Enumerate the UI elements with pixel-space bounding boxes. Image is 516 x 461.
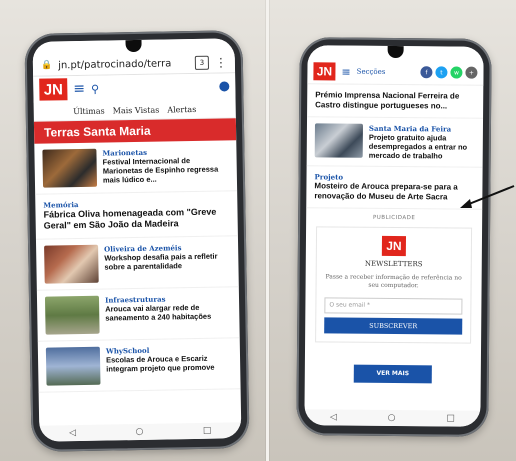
home-icon[interactable]: ○ (388, 413, 396, 423)
right-phone-screen: JN ≡ Secções f t w + Prémio Imprensa Nac… (304, 45, 484, 427)
whatsapp-icon[interactable]: w (450, 66, 463, 79)
lock-icon: 🔒 (40, 60, 53, 71)
left-phone: 🔒 jn.pt/patrocinado/terra 3 ⋮ JN ≡ ⚲ Últ… (24, 30, 250, 452)
subscribe-button[interactable]: SUBSCREVER (324, 316, 463, 335)
recents-icon[interactable]: □ (446, 413, 455, 423)
add-icon[interactable]: + (465, 66, 478, 79)
facebook-icon[interactable]: f (420, 66, 433, 79)
site-header: JN ≡ ⚲ (33, 73, 236, 103)
sections-label[interactable]: Secções (357, 68, 386, 76)
home-icon[interactable]: ○ (136, 427, 144, 437)
android-nav-bar: ◁ ○ □ (304, 409, 481, 427)
list-item[interactable]: Marionetas Festival Internacional de Mar… (34, 140, 238, 195)
arrow-pointer-icon (460, 185, 515, 208)
url-text[interactable]: jn.pt/patrocinado/terra (58, 58, 189, 71)
item-headline[interactable]: Prémio Imprensa Nacional Ferreira de Cas… (315, 90, 475, 111)
news-thumbnail (45, 346, 101, 386)
jn-logo[interactable]: JN (313, 62, 336, 81)
item-headline[interactable]: Mosteiro de Arouca prepara-se para a ren… (314, 181, 474, 202)
item-headline[interactable]: Fábrica Oliva homenageada com "Greve Ger… (43, 206, 229, 232)
hamburger-icon[interactable]: ≡ (341, 65, 350, 78)
item-headline[interactable]: Workshop desafia pais a refletir sobre a… (104, 251, 230, 271)
list-item[interactable]: WhySchool Escolas de Arouca e Escariz in… (37, 337, 241, 393)
twitter-icon[interactable]: t (435, 66, 448, 79)
more-icon[interactable]: ⋮ (215, 55, 227, 69)
item-headline[interactable]: Arouca vai alargar rede de saneamento a … (105, 302, 231, 322)
tab-count-icon[interactable]: 3 (194, 55, 210, 70)
jn-logo[interactable]: JN (39, 78, 68, 101)
tab-mais-vistas[interactable]: Mais Vistas (113, 105, 160, 115)
photo-scene: 🔒 jn.pt/patrocinado/terra 3 ⋮ JN ≡ ⚲ Últ… (0, 0, 516, 461)
newsletter-title: NEWSLETTERS (364, 259, 423, 269)
see-more-button[interactable]: VER MAIS (353, 364, 432, 383)
list-item[interactable]: Infraestruturas Arouca vai alargar rede … (36, 286, 240, 342)
news-thumbnail (44, 295, 100, 335)
email-field[interactable]: O seu email * (324, 296, 463, 315)
list-item[interactable]: Prémio Imprensa Nacional Ferreira de Cas… (307, 84, 484, 119)
news-thumbnail (44, 244, 99, 284)
android-nav-bar: ◁ ○ □ (39, 422, 242, 442)
photo-divider (266, 0, 269, 461)
item-headline[interactable]: Projeto gratuito ajuda desempregados a e… (369, 133, 475, 161)
search-icon[interactable]: ⚲ (91, 82, 99, 95)
list-item[interactable]: Memória Fábrica Oliva homenageada com "G… (35, 191, 238, 240)
user-icon[interactable] (219, 81, 230, 92)
newsletter-box: JN NEWSLETTERS Passe a receber informaçã… (315, 226, 473, 344)
tab-ultimas[interactable]: Últimas (73, 106, 105, 116)
newsletter-text: Passe a receber informação de referência… (325, 273, 462, 290)
item-headline[interactable]: Festival Internacional de Marionetas de … (103, 155, 229, 185)
left-phone-screen: 🔒 jn.pt/patrocinado/terra 3 ⋮ JN ≡ ⚲ Últ… (32, 38, 242, 442)
list-item[interactable]: Oliveira de Azeméis Workshop desafia pai… (35, 235, 239, 291)
hamburger-icon[interactable]: ≡ (73, 81, 85, 97)
list-item[interactable]: Santa Maria da Feira Projeto gratuito aj… (306, 117, 484, 168)
ad-label: PUBLICIDADE (372, 214, 416, 222)
tab-alertas[interactable]: Alertas (167, 104, 196, 114)
right-phone: JN ≡ Secções f t w + Prémio Imprensa Nac… (296, 37, 492, 437)
site-header: JN ≡ Secções f t w + (307, 59, 484, 86)
item-headline[interactable]: Escolas de Arouca e Escariz integram pro… (106, 353, 232, 373)
back-icon[interactable]: ◁ (330, 412, 337, 422)
news-thumbnail (42, 148, 98, 188)
news-thumbnail (314, 123, 363, 158)
social-icons: f t w + (420, 66, 478, 79)
jn-logo: JN (381, 235, 407, 257)
recents-icon[interactable]: □ (203, 426, 212, 436)
back-icon[interactable]: ◁ (69, 428, 76, 438)
